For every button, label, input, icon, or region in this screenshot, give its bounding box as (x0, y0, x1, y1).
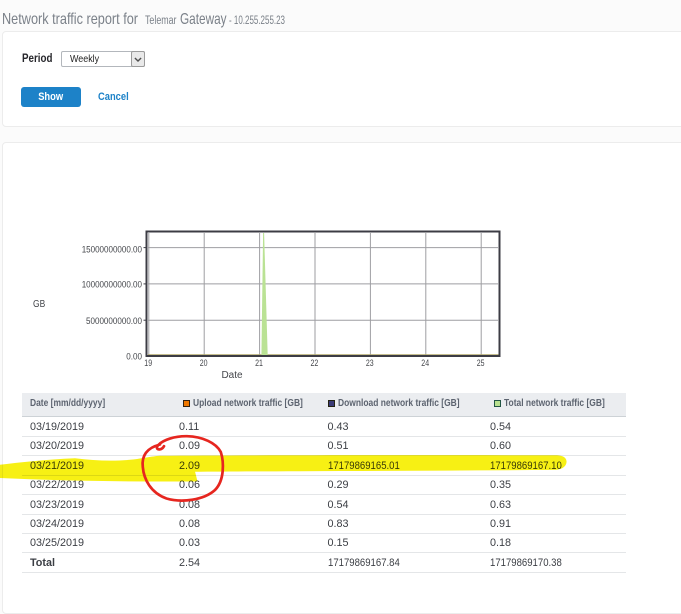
svg-text:23: 23 (366, 358, 374, 368)
svg-text:10000000000.00: 10000000000.00 (82, 280, 142, 290)
svg-text:5000000000.00: 5000000000.00 (86, 316, 142, 326)
svg-text:0.00: 0.00 (126, 352, 142, 362)
svg-text:21: 21 (255, 358, 263, 368)
svg-text:GB: GB (33, 298, 45, 310)
svg-text:15000000000.00: 15000000000.00 (82, 245, 142, 255)
svg-text:Date: Date (221, 370, 243, 381)
svg-text:19: 19 (144, 358, 152, 368)
svg-text:22: 22 (311, 358, 319, 368)
svg-text:25: 25 (477, 358, 485, 368)
svg-text:20: 20 (200, 358, 208, 368)
svg-text:24: 24 (421, 358, 429, 368)
